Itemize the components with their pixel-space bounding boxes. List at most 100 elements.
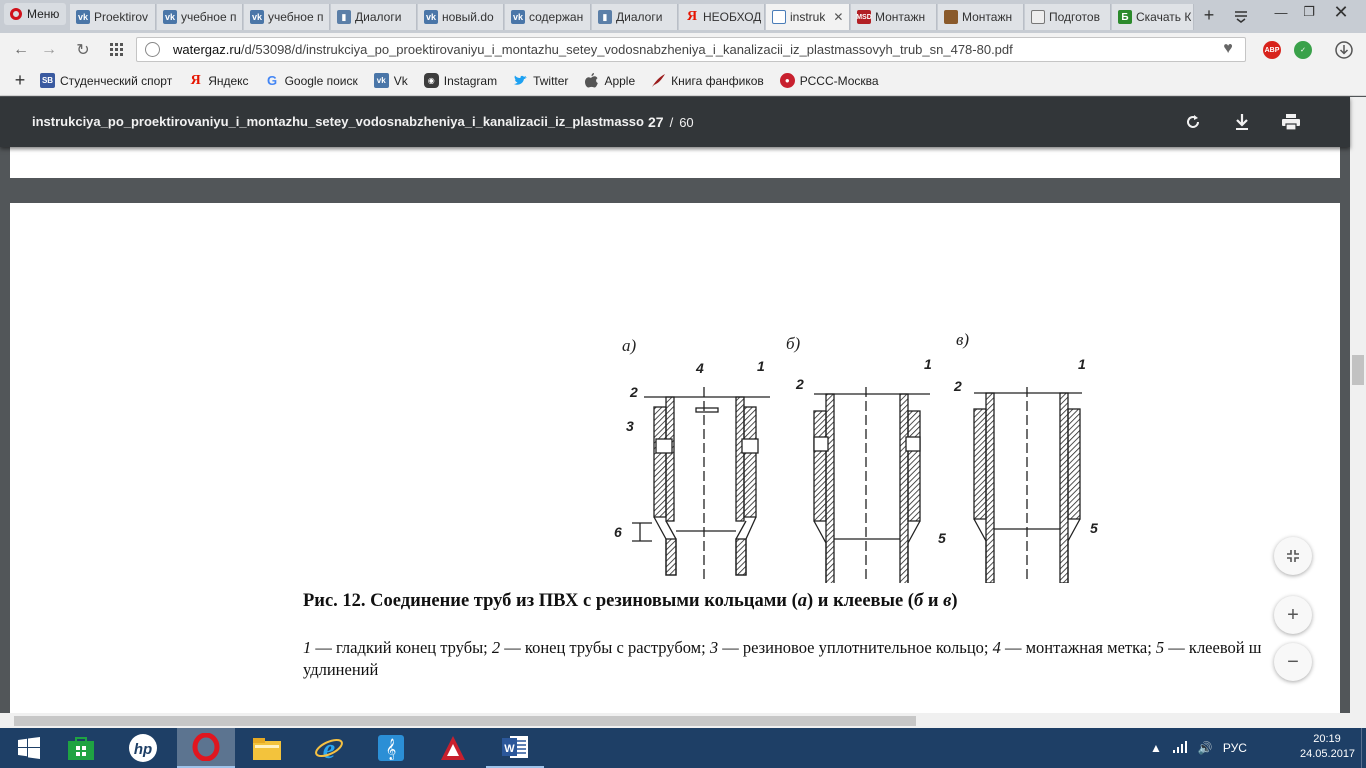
horizontal-scroll-thumb[interactable] bbox=[14, 716, 916, 726]
reload-icon[interactable]: ↻ bbox=[72, 39, 94, 61]
bookmark-item[interactable]: vk Vk bbox=[373, 73, 408, 88]
panel-v-drawing bbox=[973, 387, 1082, 583]
speed-dial-icon[interactable] bbox=[106, 39, 128, 61]
vk-icon: vk bbox=[424, 10, 438, 24]
legend-text: — резиновое уплотнительное кольцо; bbox=[718, 638, 993, 657]
tab[interactable]: Б Скачать К bbox=[1112, 4, 1194, 30]
windows-start-icon[interactable] bbox=[0, 728, 58, 768]
vertical-scroll-thumb[interactable] bbox=[1352, 355, 1364, 385]
panel-label-a: а) bbox=[622, 336, 637, 355]
network-icon[interactable] bbox=[1172, 740, 1188, 757]
yandex-icon: Я bbox=[190, 72, 201, 88]
add-bookmark-icon[interactable]: + bbox=[0, 70, 40, 91]
rotate-icon[interactable] bbox=[1181, 110, 1205, 134]
opera-logo-icon bbox=[10, 8, 22, 20]
tab[interactable]: Я НЕОБХОД bbox=[679, 4, 765, 30]
close-window-icon[interactable]: ✕ bbox=[1322, 0, 1360, 24]
tab-active[interactable]: instruk ✕ bbox=[766, 4, 850, 30]
tab-menu-icon[interactable] bbox=[1232, 8, 1250, 24]
opera-taskbar-icon[interactable] bbox=[177, 728, 235, 768]
bookmark-item[interactable]: ◉ Instagram bbox=[423, 73, 498, 88]
tab-close-icon[interactable]: ✕ bbox=[833, 10, 843, 24]
panel-a-drawing bbox=[632, 387, 770, 579]
bookmark-label: Книга фанфиков bbox=[671, 73, 764, 88]
new-tab-button[interactable]: + bbox=[1198, 6, 1220, 26]
adblock-icon[interactable]: ABP bbox=[1263, 41, 1281, 59]
print-icon[interactable] bbox=[1279, 110, 1303, 134]
bookmark-item[interactable]: Apple bbox=[584, 73, 635, 88]
fit-page-icon[interactable] bbox=[1274, 537, 1312, 575]
horizontal-scrollbar[interactable] bbox=[0, 713, 1366, 729]
tab-label: Диалоги bbox=[355, 10, 402, 24]
address-field[interactable]: watergaz.ru/d/53098/d/instrukciya_po_pro… bbox=[136, 37, 1246, 62]
tab[interactable]: vk содержан bbox=[505, 4, 591, 30]
bookmark-label: Яндекс bbox=[208, 73, 249, 88]
legend-number: 4 bbox=[992, 638, 1001, 657]
svg-text:𝄞: 𝄞 bbox=[386, 739, 397, 760]
page-indicator: 27 / 60 bbox=[648, 114, 694, 130]
download-icon[interactable] bbox=[1333, 39, 1355, 61]
shield-icon[interactable]: ✓ bbox=[1294, 41, 1312, 59]
pdf-toolbar: instrukciya_po_proektirovaniyu_i_montazh… bbox=[0, 97, 1350, 147]
tab[interactable]: Подготов bbox=[1025, 4, 1111, 30]
tab[interactable]: MSD Монтажн bbox=[851, 4, 937, 30]
autocad-icon[interactable] bbox=[424, 728, 482, 768]
pdf-title: instrukciya_po_proektirovaniyu_i_montazh… bbox=[32, 114, 644, 129]
site-info-icon[interactable] bbox=[145, 42, 160, 57]
vertical-scrollbar[interactable] bbox=[1350, 97, 1366, 713]
zoom-out-icon[interactable]: − bbox=[1274, 643, 1312, 681]
tab-label: Подготов bbox=[1049, 10, 1100, 24]
hp-icon[interactable]: hp bbox=[114, 728, 172, 768]
heart-icon[interactable]: ♥ bbox=[1217, 40, 1239, 59]
clock[interactable]: 20:19 24.05.2017 bbox=[1300, 732, 1355, 762]
bookmark-item[interactable]: Я Яндекс bbox=[188, 72, 249, 88]
tab-label: учебное п bbox=[268, 10, 324, 24]
bookmark-label: Instagram bbox=[443, 73, 498, 88]
music-app-icon[interactable]: 𝄞 bbox=[362, 728, 420, 768]
download-pdf-icon[interactable] bbox=[1230, 110, 1254, 134]
system-tray: ▲ 🔊 РУС bbox=[1150, 728, 1247, 768]
tray-expand-icon[interactable]: ▲ bbox=[1150, 741, 1162, 755]
opera-menu-button[interactable]: Меню bbox=[4, 3, 66, 25]
bookmark-item[interactable]: G Google поиск bbox=[265, 73, 358, 88]
tab[interactable]: vk Proektirov bbox=[70, 4, 156, 30]
zoom-in-icon[interactable]: + bbox=[1274, 596, 1312, 634]
twitter-icon bbox=[513, 73, 528, 88]
svg-text:hp: hp bbox=[134, 741, 152, 758]
url-host: watergaz.ru bbox=[173, 42, 241, 57]
callout-2-a: 2 bbox=[629, 384, 638, 400]
bookmarks-bar: + SB Студенческий спорт Я Яндекс G Google п… bbox=[0, 66, 1366, 96]
word-icon[interactable]: W bbox=[486, 728, 544, 768]
internet-explorer-icon[interactable]: e bbox=[300, 728, 358, 768]
vk-icon: vk bbox=[511, 10, 525, 24]
callout-3-a: 3 bbox=[626, 418, 634, 434]
figure-caption: Рис. 12. Соединение труб из ПВХ с резино… bbox=[303, 591, 958, 612]
tab[interactable]: ▮ Диалоги bbox=[331, 4, 417, 30]
bookmark-item[interactable]: ● РССС-Москва bbox=[779, 73, 879, 88]
apple-icon bbox=[584, 73, 599, 88]
tab[interactable]: vk учебное п bbox=[157, 4, 243, 30]
callout-4-a: 4 bbox=[695, 360, 704, 376]
bookmark-item[interactable]: SB Студенческий спорт bbox=[40, 73, 172, 88]
language-indicator[interactable]: РУС bbox=[1223, 741, 1247, 755]
bookmark-label: РССС-Москва bbox=[799, 73, 879, 88]
tab[interactable]: ▮ Диалоги bbox=[592, 4, 678, 30]
taskbar: hp e 𝄞 W ▲ 🔊 РУС 20:19 24.05.2017 bbox=[0, 728, 1366, 768]
caption-part: Рис. 12. Соединение труб из ПВХ с резино… bbox=[303, 591, 798, 611]
tab[interactable]: vk новый.do bbox=[418, 4, 504, 30]
tab-label: НЕОБХОД bbox=[703, 10, 762, 24]
tab[interactable]: Монтажн bbox=[938, 4, 1024, 30]
forward-icon[interactable]: → bbox=[38, 39, 60, 61]
tab[interactable]: vk учебное п bbox=[244, 4, 330, 30]
file-explorer-icon[interactable] bbox=[238, 728, 296, 768]
volume-icon[interactable]: 🔊 bbox=[1198, 741, 1213, 755]
tab-label: Proektirov bbox=[94, 10, 149, 24]
legend-number: 3 bbox=[709, 638, 719, 657]
store-icon[interactable] bbox=[52, 728, 110, 768]
pdf-viewer[interactable]: а) б) в) 1 1 1 2 2 2 3 4 5 5 6 Рис. 12. … bbox=[0, 147, 1350, 713]
bookmark-item[interactable]: Twitter bbox=[513, 73, 568, 88]
show-desktop-button[interactable] bbox=[1361, 728, 1366, 768]
bookmark-item[interactable]: Книга фанфиков bbox=[651, 73, 764, 88]
current-page-input[interactable]: 27 bbox=[648, 114, 664, 130]
back-icon[interactable]: ← bbox=[10, 39, 32, 61]
